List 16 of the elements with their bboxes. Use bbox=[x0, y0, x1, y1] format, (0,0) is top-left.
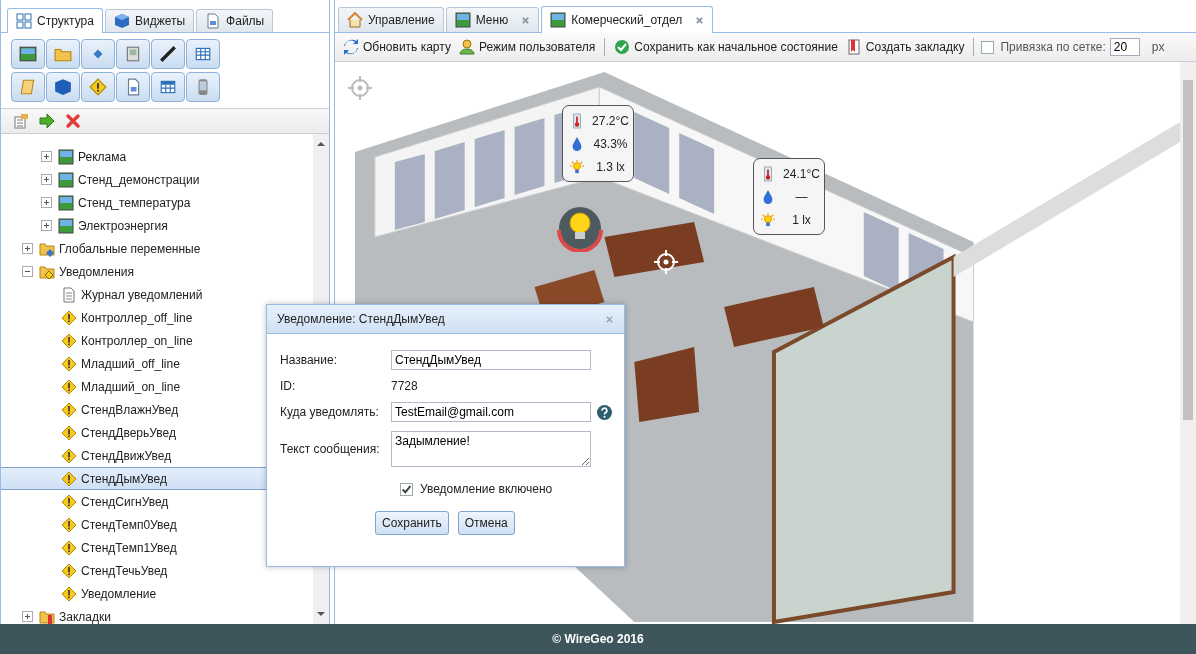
sensor-reading: 24.1°C bbox=[782, 166, 821, 181]
field-label: Куда уведомлять: bbox=[280, 405, 380, 419]
field-label: Название: bbox=[280, 353, 338, 367]
checkbox-label: Уведомление включено bbox=[420, 482, 553, 496]
unit-label: px bbox=[1151, 40, 1165, 54]
id-value: 7728 bbox=[391, 379, 418, 393]
sensor-reading: — bbox=[794, 189, 809, 204]
sensor-reading: 1 lx bbox=[791, 212, 812, 227]
field-label: Текст сообщения: bbox=[280, 442, 381, 456]
sensor-reading: 43.3% bbox=[592, 136, 629, 151]
grid-snap-label: Привязка по сетке: bbox=[1000, 40, 1106, 54]
dialog-title: Уведомление: СтендДымУвед bbox=[277, 312, 445, 326]
sensor-reading: 1.3 lx bbox=[595, 159, 626, 174]
field-label: ID: bbox=[280, 379, 297, 393]
sensor-reading: 27.2°C bbox=[591, 113, 630, 128]
copyright-text: © WireGeo 2016 bbox=[552, 632, 644, 646]
